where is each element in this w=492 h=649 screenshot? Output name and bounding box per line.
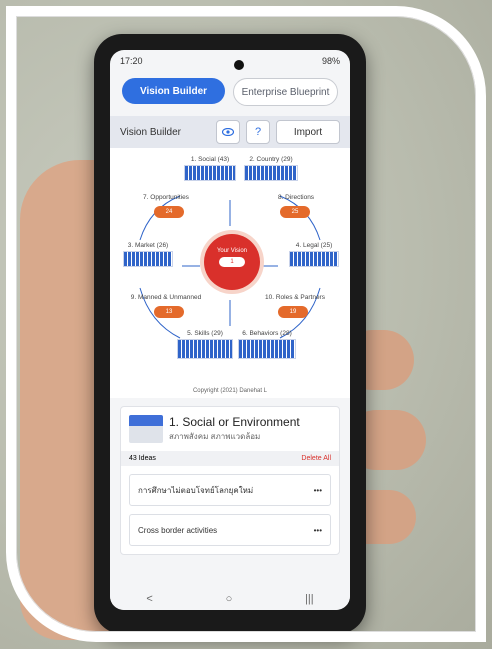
node-manned[interactable]: 9. Manned & Unmanned [130, 294, 202, 301]
more-icon[interactable]: ••• [314, 486, 322, 495]
eye-icon[interactable] [216, 120, 240, 144]
status-battery: 98% [321, 56, 340, 66]
node-country-label: 2. Country (29) [249, 156, 293, 163]
delete-all-button[interactable]: Delete All [301, 455, 331, 462]
node-roles[interactable]: 10. Roles & Partners [258, 294, 332, 301]
node-market-label: 3. Market (26) [127, 242, 169, 249]
import-button[interactable]: Import [276, 120, 340, 144]
photo: 17:20 98% Vision Builder Enterprise Blue… [0, 0, 492, 649]
home-icon[interactable]: ○ [226, 593, 233, 605]
android-nav-bar: < ○ ||| [110, 588, 350, 610]
list-item-text: การศึกษาไม่ตอบโจทย์โลกยุคใหม่ [138, 485, 254, 495]
node-skills[interactable]: 5. Skills (29) [176, 330, 234, 359]
eye-icon-svg [222, 128, 234, 136]
copyright: Copyright (2021) Danehat L [192, 388, 268, 394]
node-legal-grid [289, 251, 339, 267]
card-heading: 1. Social or Environment สภาพสังคม สภาพแ… [169, 415, 300, 443]
list-item-text: Cross border activities [138, 525, 218, 535]
node-legal-label: 4. Legal (25) [295, 242, 333, 249]
node-manned-label: 9. Manned & Unmanned [130, 294, 202, 301]
back-icon[interactable]: < [146, 593, 152, 605]
node-market-grid [123, 251, 173, 267]
badge-opportunities: 24 [154, 206, 184, 218]
ideas-count: 43 Ideas [129, 455, 156, 462]
vision-diagram: 1. Social (43) 2. Country (29) 7. Opport… [110, 148, 350, 398]
card-title: 1. Social or Environment [169, 415, 300, 429]
node-social-grid [184, 165, 236, 181]
status-bar: 17:20 98% [110, 50, 350, 72]
badge-roles: 19 [278, 306, 308, 318]
node-social-label: 1. Social (43) [190, 156, 230, 163]
node-country-grid [244, 165, 298, 181]
center-label: Your Vision [216, 248, 248, 254]
node-behaviors-grid [238, 339, 296, 359]
node-directions[interactable]: 8. Directions [266, 194, 326, 201]
tab-vision-builder[interactable]: Vision Builder [122, 78, 225, 104]
node-skills-label: 5. Skills (29) [187, 330, 223, 337]
node-behaviors-label: 6. Behaviors (28) [242, 330, 292, 337]
node-skills-grid [177, 339, 233, 359]
status-time: 17:20 [120, 56, 143, 66]
node-roles-label: 10. Roles & Partners [265, 294, 325, 301]
center-count: 1 [219, 257, 245, 267]
category-card: 1. Social or Environment สภาพสังคม สภาพแ… [120, 406, 340, 555]
list-item[interactable]: Cross border activities ••• [129, 514, 331, 546]
toolbar: Vision Builder ? Import [110, 116, 350, 148]
card-meta: 43 Ideas Delete All [121, 451, 339, 466]
card-thumbnail [129, 415, 163, 443]
center-your-vision[interactable]: Your Vision 1 [204, 234, 260, 290]
tab-enterprise-blueprint[interactable]: Enterprise Blueprint [233, 78, 338, 106]
toolbar-title: Vision Builder [120, 126, 181, 138]
node-country[interactable]: 2. Country (29) [242, 156, 300, 181]
recent-apps-icon[interactable]: ||| [305, 593, 314, 605]
more-icon[interactable]: ••• [314, 526, 322, 535]
card-header: 1. Social or Environment สภาพสังคม สภาพแ… [129, 415, 331, 443]
phone-screen: 17:20 98% Vision Builder Enterprise Blue… [110, 50, 350, 610]
camera-dot [234, 60, 244, 70]
node-opportunities-label: 7. Opportunities [143, 194, 189, 201]
node-opportunities[interactable]: 7. Opportunities [136, 194, 196, 201]
badge-manned: 13 [154, 306, 184, 318]
tab-bar: Vision Builder Enterprise Blueprint [110, 72, 350, 112]
list-item[interactable]: การศึกษาไม่ตอบโจทย์โลกยุคใหม่ ••• [129, 474, 331, 506]
node-market[interactable]: 3. Market (26) [120, 242, 176, 267]
node-social[interactable]: 1. Social (43) [182, 156, 238, 181]
badge-directions: 25 [280, 206, 310, 218]
node-directions-label: 8. Directions [277, 194, 315, 201]
node-behaviors[interactable]: 6. Behaviors (28) [236, 330, 298, 359]
node-legal[interactable]: 4. Legal (25) [286, 242, 342, 267]
help-icon[interactable]: ? [246, 120, 270, 144]
card-subtitle: สภาพสังคม สภาพแวดล้อม [169, 432, 261, 441]
